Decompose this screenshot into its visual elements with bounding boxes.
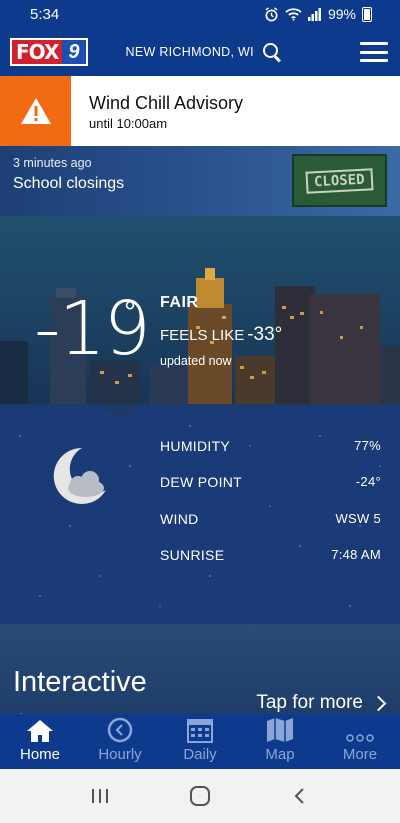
sunrise-label: SUNRISE bbox=[160, 547, 225, 563]
location-label[interactable]: NEW RICHMOND, WI bbox=[126, 45, 254, 59]
sunrise-row: SUNRISE 7:48 AM bbox=[160, 547, 381, 563]
status-icons: 99% bbox=[264, 6, 372, 22]
fox9-logo[interactable]: FOX 9 bbox=[10, 38, 88, 66]
feels-like-value: -33° bbox=[247, 324, 283, 345]
nav-daily-label: Daily bbox=[183, 746, 217, 763]
hamburger-menu-icon[interactable] bbox=[360, 42, 388, 62]
dew-point-row: DEW POINT -24° bbox=[160, 474, 381, 490]
humidity-value: 77% bbox=[354, 438, 381, 453]
wifi-icon bbox=[285, 8, 302, 21]
closings-time-ago: 3 minutes ago bbox=[13, 156, 92, 170]
app-header: FOX 9 NEW RICHMOND, WI bbox=[0, 28, 400, 76]
interactive-title: Interactive bbox=[13, 666, 147, 698]
current-condition: FAIR bbox=[160, 294, 199, 311]
dew-point-label: DEW POINT bbox=[160, 474, 243, 490]
weather-advisory-banner[interactable]: Wind Chill Advisory until 10:00am bbox=[0, 76, 400, 146]
signal-icon bbox=[307, 7, 321, 21]
advisory-title: Wind Chill Advisory bbox=[89, 93, 244, 113]
interactive-title-line2: r bbox=[13, 704, 23, 714]
wind-label: WIND bbox=[160, 511, 199, 527]
tap-for-more-link[interactable]: Tap for more bbox=[256, 692, 387, 714]
battery-icon bbox=[362, 6, 372, 22]
interactive-radar-card[interactable]: Interactive r Tap for more bbox=[0, 624, 400, 714]
humidity-label: HUMIDITY bbox=[160, 438, 231, 454]
sunrise-value: 7:48 AM bbox=[331, 547, 381, 562]
alarm-icon bbox=[265, 6, 278, 21]
bottom-navigation: Home Hourly Daily Map More bbox=[0, 714, 400, 769]
closed-sign-image: CLOSED bbox=[292, 154, 387, 207]
wind-row: WIND WSW 5 bbox=[160, 511, 381, 527]
nav-hourly-label: Hourly bbox=[98, 746, 142, 763]
nav-map-label: Map bbox=[265, 746, 295, 763]
more-dots-icon bbox=[346, 717, 374, 743]
home-icon bbox=[26, 717, 54, 743]
feels-like: FEELS LIKE -33° bbox=[160, 324, 282, 346]
moon-cloud-icon bbox=[53, 447, 106, 504]
status-bar: 5:34 99% bbox=[0, 0, 400, 28]
home-button-icon[interactable] bbox=[189, 785, 211, 807]
nav-home-label: Home bbox=[19, 746, 60, 763]
nav-hourly[interactable]: Hourly bbox=[80, 714, 160, 769]
nav-home[interactable]: Home bbox=[0, 714, 80, 769]
status-time: 5:34 bbox=[30, 5, 60, 23]
temperature-degree-symbol: ° bbox=[124, 296, 136, 329]
humidity-row: HUMIDITY 77% bbox=[160, 438, 381, 454]
battery-percent: 99% bbox=[327, 6, 356, 22]
dew-point-value: -24° bbox=[355, 474, 381, 489]
recent-apps-icon[interactable] bbox=[90, 786, 110, 806]
nav-map[interactable]: Map bbox=[240, 714, 320, 769]
closings-title: School closings bbox=[13, 175, 125, 192]
tap-for-more-label: Tap for more bbox=[256, 692, 363, 713]
calendar-icon bbox=[187, 717, 213, 743]
advisory-subtitle: until 10:00am bbox=[89, 116, 168, 131]
closed-sign-text: CLOSED bbox=[305, 167, 374, 194]
map-icon bbox=[266, 717, 294, 743]
nav-more-label: More bbox=[342, 746, 378, 763]
clock-icon bbox=[107, 717, 133, 743]
updated-label: updated now bbox=[160, 354, 232, 368]
nav-daily[interactable]: Daily bbox=[160, 714, 240, 769]
system-navigation-bar bbox=[0, 769, 400, 823]
feels-like-label: FEELS LIKE bbox=[160, 327, 245, 344]
warning-icon bbox=[0, 76, 71, 146]
school-closings-card[interactable]: 3 minutes ago School closings CLOSED bbox=[0, 146, 400, 216]
conditions-details: HUMIDITY 77% DEW POINT -24° WIND WSW 5 S… bbox=[0, 406, 400, 624]
nav-more[interactable]: More bbox=[320, 714, 400, 769]
chevron-right-icon bbox=[370, 695, 387, 711]
back-icon[interactable] bbox=[290, 786, 310, 806]
wind-value: WSW 5 bbox=[335, 511, 381, 526]
search-icon[interactable] bbox=[262, 42, 282, 62]
current-conditions[interactable]: -19 ° FAIR FEELS LIKE -33° updated now HU… bbox=[0, 216, 400, 624]
